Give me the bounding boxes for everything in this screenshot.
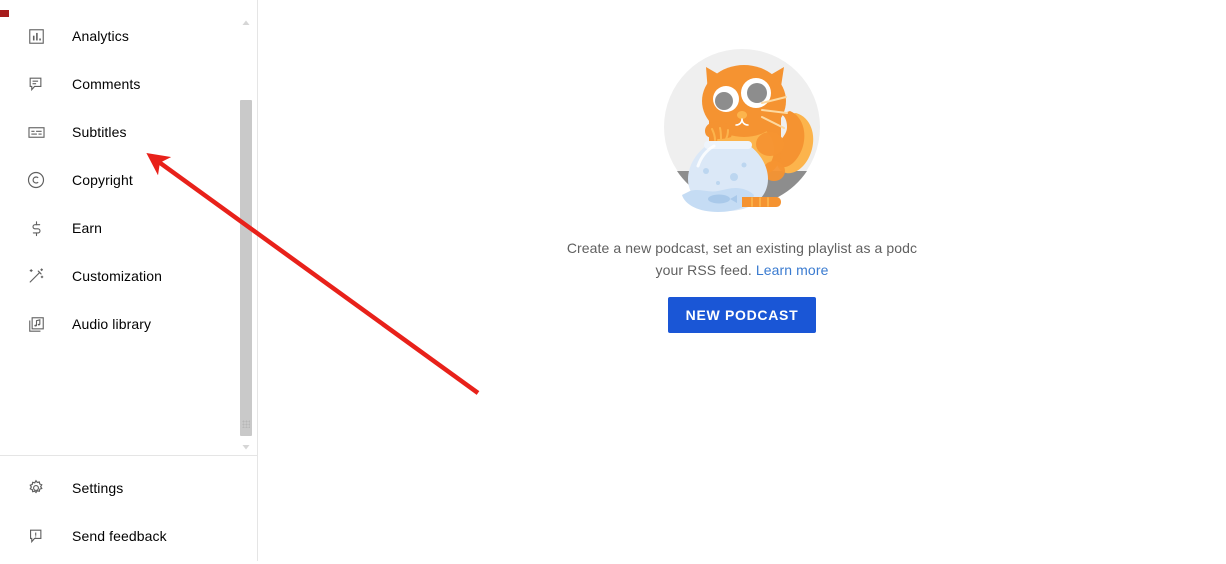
dollar-sign-icon [24,216,48,240]
sidebar-item-send-feedback[interactable]: Send feedback [0,516,232,556]
learn-more-link[interactable]: Learn more [756,262,829,278]
scrollbar-thumb-grip [242,420,250,428]
sidebar-item-comments[interactable]: Comments [0,64,232,104]
main-content: Create a new podcast, set an existing pl… [258,0,1226,561]
sidebar-divider [0,455,257,456]
chevron-up-icon[interactable] [240,16,252,28]
orange-cat-with-fishbowl-illustration [664,49,820,212]
gear-icon [24,476,48,500]
sidebar-scrollbar[interactable] [238,12,254,456]
sidebar-item-label: Audio library [72,316,152,332]
sidebar-item-subtitles[interactable]: Subtitles [0,112,232,152]
new-podcast-button[interactable]: NEW PODCAST [667,297,817,333]
sidebar-item-analytics[interactable]: Analytics [0,16,232,56]
magic-wand-icon [24,264,48,288]
comment-bubble-icon [24,72,48,96]
sidebar-scroll-region[interactable]: Analytics Comments Subtitles Copyright E… [0,0,257,456]
sidebar-item-label: Send feedback [72,528,167,544]
sidebar-item-earn[interactable]: Earn [0,208,232,248]
sidebar-item-label: Analytics [72,28,129,44]
description-line-2: your RSS feed. [655,262,752,278]
sidebar-item-label: Customization [72,268,163,284]
sidebar-item-copyright[interactable]: Copyright [0,160,232,200]
podcast-empty-state: Create a new podcast, set an existing pl… [362,20,1122,333]
sidebar-item-label: Earn [72,220,102,236]
empty-state-description: Create a new podcast, set an existing pl… [392,237,1092,281]
description-line-1: Create a new podcast, set an existing pl… [566,240,918,256]
sidebar: Analytics Comments Subtitles Copyright E… [0,0,258,561]
subtitles-icon [24,120,48,144]
sidebar-item-label: Copyright [72,172,133,188]
sidebar-item-settings[interactable]: Settings [0,468,232,508]
sidebar-nav-list: Analytics Comments Subtitles Copyright E… [0,16,232,352]
sidebar-bottom-group: Settings Send feedback [0,468,232,564]
copyright-circle-icon [24,168,48,192]
chevron-down-icon[interactable] [240,440,252,452]
sidebar-item-label: Subtitles [72,124,127,140]
sidebar-item-audio-library[interactable]: Audio library [0,304,232,344]
sidebar-item-label: Settings [72,480,124,496]
sidebar-item-label: Comments [72,76,141,92]
scrollbar-thumb[interactable] [240,100,252,436]
music-note-frame-icon [24,312,48,336]
sidebar-item-customization[interactable]: Customization [0,256,232,296]
analytics-bar-chart-icon [24,24,48,48]
feedback-bubble-icon [24,524,48,548]
